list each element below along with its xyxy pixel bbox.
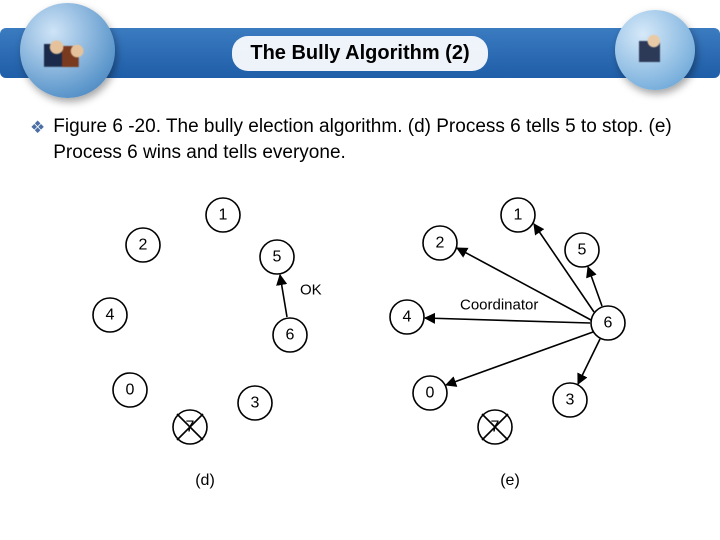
diagram-d: 1 5 6 3 7 0 4 2 OK (d) bbox=[93, 198, 322, 489]
node-7: 7 bbox=[478, 410, 512, 444]
sublabel-e: (e) bbox=[500, 472, 520, 489]
decorative-photo-left bbox=[20, 3, 115, 98]
svg-text:0: 0 bbox=[426, 385, 435, 402]
node-4: 4 bbox=[390, 300, 424, 334]
annotation-coordinator: Coordinator bbox=[460, 297, 538, 314]
node-2: 2 bbox=[126, 228, 160, 262]
arrow-6-to-5 bbox=[280, 275, 287, 317]
bullet-item: ❖ Figure 6 -20. The bully election algor… bbox=[30, 114, 690, 165]
node-4: 4 bbox=[93, 298, 127, 332]
node-5: 5 bbox=[565, 233, 599, 267]
node-6: 6 bbox=[273, 318, 307, 352]
body-text-block: ❖ Figure 6 -20. The bully election algor… bbox=[0, 100, 720, 165]
slide-title: The Bully Algorithm (2) bbox=[232, 36, 487, 71]
svg-text:3: 3 bbox=[251, 395, 260, 412]
decorative-photo-right bbox=[615, 10, 695, 90]
svg-text:2: 2 bbox=[139, 237, 148, 254]
svg-text:5: 5 bbox=[578, 242, 587, 259]
node-1: 1 bbox=[206, 198, 240, 232]
svg-text:5: 5 bbox=[273, 249, 282, 266]
node-2: 2 bbox=[423, 226, 457, 260]
diagram-e: 1 5 6 3 7 0 4 2 Coordinator (e) bbox=[390, 198, 625, 489]
slide-header: The Bully Algorithm (2) bbox=[0, 0, 720, 100]
svg-text:4: 4 bbox=[106, 307, 115, 324]
figure-area: 1 5 6 3 7 0 4 2 OK (d) 1 5 6 3 bbox=[70, 185, 650, 495]
svg-text:1: 1 bbox=[514, 207, 523, 224]
annotation-ok: OK bbox=[300, 282, 322, 299]
svg-text:6: 6 bbox=[604, 315, 613, 332]
node-7: 7 bbox=[173, 410, 207, 444]
node-5: 5 bbox=[260, 240, 294, 274]
svg-text:2: 2 bbox=[436, 235, 445, 252]
bullet-marker-icon: ❖ bbox=[30, 114, 45, 165]
svg-text:0: 0 bbox=[126, 382, 135, 399]
sublabel-d: (d) bbox=[195, 472, 215, 489]
arrow-6-to-5 bbox=[588, 267, 602, 306]
svg-text:4: 4 bbox=[403, 309, 412, 326]
node-3: 3 bbox=[238, 386, 272, 420]
node-0: 0 bbox=[413, 376, 447, 410]
node-3: 3 bbox=[553, 383, 587, 417]
arrow-6-to-0 bbox=[446, 332, 593, 385]
node-6: 6 bbox=[591, 306, 625, 340]
figure-svg: 1 5 6 3 7 0 4 2 OK (d) 1 5 6 3 bbox=[70, 185, 650, 495]
svg-text:1: 1 bbox=[219, 207, 228, 224]
bullet-text: Figure 6 -20. The bully election algorit… bbox=[53, 114, 690, 165]
arrow-6-to-4 bbox=[425, 318, 590, 323]
arrow-6-to-3 bbox=[578, 339, 600, 384]
node-1: 1 bbox=[501, 198, 535, 232]
node-0: 0 bbox=[113, 373, 147, 407]
svg-text:3: 3 bbox=[566, 392, 575, 409]
svg-text:6: 6 bbox=[286, 327, 295, 344]
